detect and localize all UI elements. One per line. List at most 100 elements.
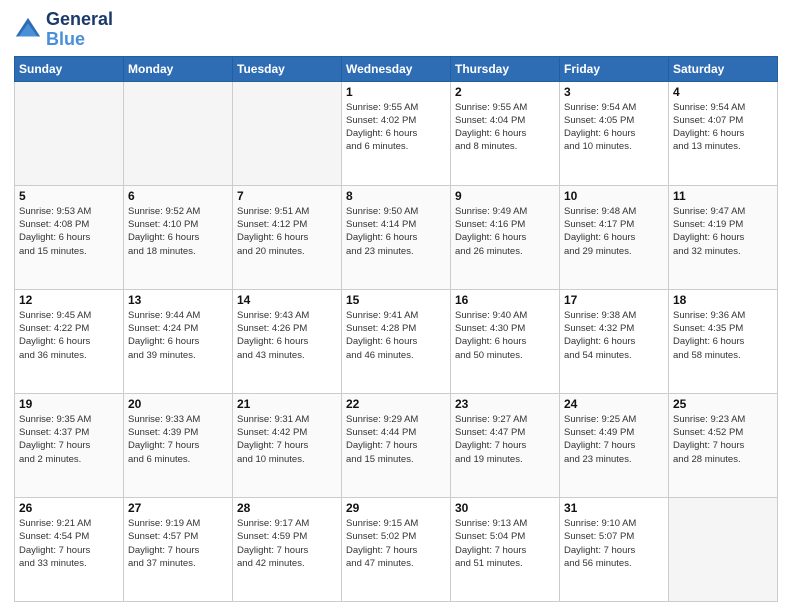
calendar-week-row: 5 Sunrise: 9:53 AM Sunset: 4:08 PM Daylig…	[15, 185, 778, 289]
day-info: Sunrise: 9:27 AM Sunset: 4:47 PM Dayligh…	[455, 413, 555, 466]
calendar-cell: 9 Sunrise: 9:49 AM Sunset: 4:16 PM Daylig…	[451, 185, 560, 289]
calendar-cell: 2 Sunrise: 9:55 AM Sunset: 4:04 PM Daylig…	[451, 81, 560, 185]
day-info: Sunrise: 9:31 AM Sunset: 4:42 PM Dayligh…	[237, 413, 337, 466]
calendar-cell: 4 Sunrise: 9:54 AM Sunset: 4:07 PM Daylig…	[669, 81, 778, 185]
day-info: Sunrise: 9:41 AM Sunset: 4:28 PM Dayligh…	[346, 309, 446, 362]
weekday-header: Sunday	[15, 56, 124, 81]
calendar-week-row: 12 Sunrise: 9:45 AM Sunset: 4:22 PM Dayli…	[15, 289, 778, 393]
calendar-cell: 7Sunrise: 9:51 AM Sunset: 4:12 PM Daylig…	[233, 185, 342, 289]
logo: General Blue	[14, 10, 113, 50]
day-info: Sunrise: 9:38 AM Sunset: 4:32 PM Dayligh…	[564, 309, 664, 362]
calendar-cell	[124, 81, 233, 185]
calendar-cell: 5 Sunrise: 9:53 AM Sunset: 4:08 PM Daylig…	[15, 185, 124, 289]
day-number: 14	[237, 293, 337, 307]
day-info: Sunrise: 9:21 AM Sunset: 4:54 PM Dayligh…	[19, 517, 119, 570]
day-number: 17	[564, 293, 664, 307]
calendar-cell: 15 Sunrise: 9:41 AM Sunset: 4:28 PM Dayli…	[342, 289, 451, 393]
day-info: Sunrise: 9:10 AM Sunset: 5:07 PM Dayligh…	[564, 517, 664, 570]
calendar-header-row: SundayMondayTuesdayWednesdayThursdayFrid…	[15, 56, 778, 81]
weekday-header: Tuesday	[233, 56, 342, 81]
day-number: 4	[673, 85, 773, 99]
calendar-cell: 16Sunrise: 9:40 AM Sunset: 4:30 PM Dayli…	[451, 289, 560, 393]
calendar-cell: 27 Sunrise: 9:19 AM Sunset: 4:57 PM Dayli…	[124, 497, 233, 601]
day-info: Sunrise: 9:55 AM Sunset: 4:02 PM Dayligh…	[346, 101, 446, 154]
day-number: 9	[455, 189, 555, 203]
day-number: 2	[455, 85, 555, 99]
weekday-header: Friday	[560, 56, 669, 81]
day-info: Sunrise: 9:13 AM Sunset: 5:04 PM Dayligh…	[455, 517, 555, 570]
day-info: Sunrise: 9:54 AM Sunset: 4:07 PM Dayligh…	[673, 101, 773, 154]
day-info: Sunrise: 9:35 AM Sunset: 4:37 PM Dayligh…	[19, 413, 119, 466]
weekday-header: Monday	[124, 56, 233, 81]
day-number: 25	[673, 397, 773, 411]
calendar-cell: 31 Sunrise: 9:10 AM Sunset: 5:07 PM Dayli…	[560, 497, 669, 601]
calendar-cell: 3Sunrise: 9:54 AM Sunset: 4:05 PM Daylig…	[560, 81, 669, 185]
calendar-cell: 12 Sunrise: 9:45 AM Sunset: 4:22 PM Dayli…	[15, 289, 124, 393]
calendar-cell	[669, 497, 778, 601]
day-number: 5	[19, 189, 119, 203]
calendar-cell	[233, 81, 342, 185]
calendar-cell: 1 Sunrise: 9:55 AM Sunset: 4:02 PM Daylig…	[342, 81, 451, 185]
day-info: Sunrise: 9:33 AM Sunset: 4:39 PM Dayligh…	[128, 413, 228, 466]
day-number: 31	[564, 501, 664, 515]
day-number: 16	[455, 293, 555, 307]
calendar-cell: 29Sunrise: 9:15 AM Sunset: 5:02 PM Dayli…	[342, 497, 451, 601]
calendar-cell: 22Sunrise: 9:29 AM Sunset: 4:44 PM Dayli…	[342, 393, 451, 497]
day-info: Sunrise: 9:36 AM Sunset: 4:35 PM Dayligh…	[673, 309, 773, 362]
day-number: 1	[346, 85, 446, 99]
day-info: Sunrise: 9:52 AM Sunset: 4:10 PM Dayligh…	[128, 205, 228, 258]
day-number: 21	[237, 397, 337, 411]
day-number: 3	[564, 85, 664, 99]
calendar-cell: 20Sunrise: 9:33 AM Sunset: 4:39 PM Dayli…	[124, 393, 233, 497]
day-number: 15	[346, 293, 446, 307]
calendar-cell: 24 Sunrise: 9:25 AM Sunset: 4:49 PM Dayli…	[560, 393, 669, 497]
day-number: 22	[346, 397, 446, 411]
day-info: Sunrise: 9:43 AM Sunset: 4:26 PM Dayligh…	[237, 309, 337, 362]
day-number: 24	[564, 397, 664, 411]
day-number: 29	[346, 501, 446, 515]
day-info: Sunrise: 9:48 AM Sunset: 4:17 PM Dayligh…	[564, 205, 664, 258]
day-info: Sunrise: 9:50 AM Sunset: 4:14 PM Dayligh…	[346, 205, 446, 258]
page-header: General Blue	[14, 10, 778, 50]
day-info: Sunrise: 9:23 AM Sunset: 4:52 PM Dayligh…	[673, 413, 773, 466]
day-number: 18	[673, 293, 773, 307]
day-number: 10	[564, 189, 664, 203]
calendar-cell: 6 Sunrise: 9:52 AM Sunset: 4:10 PM Daylig…	[124, 185, 233, 289]
day-info: Sunrise: 9:44 AM Sunset: 4:24 PM Dayligh…	[128, 309, 228, 362]
day-number: 28	[237, 501, 337, 515]
day-number: 6	[128, 189, 228, 203]
day-number: 8	[346, 189, 446, 203]
day-number: 12	[19, 293, 119, 307]
calendar-week-row: 19Sunrise: 9:35 AM Sunset: 4:37 PM Dayli…	[15, 393, 778, 497]
day-number: 26	[19, 501, 119, 515]
day-info: Sunrise: 9:53 AM Sunset: 4:08 PM Dayligh…	[19, 205, 119, 258]
day-number: 23	[455, 397, 555, 411]
calendar-cell: 18 Sunrise: 9:36 AM Sunset: 4:35 PM Dayli…	[669, 289, 778, 393]
calendar-cell: 8 Sunrise: 9:50 AM Sunset: 4:14 PM Daylig…	[342, 185, 451, 289]
day-info: Sunrise: 9:19 AM Sunset: 4:57 PM Dayligh…	[128, 517, 228, 570]
day-number: 13	[128, 293, 228, 307]
logo-text: General Blue	[46, 10, 113, 50]
logo-icon	[14, 16, 42, 44]
day-info: Sunrise: 9:55 AM Sunset: 4:04 PM Dayligh…	[455, 101, 555, 154]
calendar-cell: 14 Sunrise: 9:43 AM Sunset: 4:26 PM Dayli…	[233, 289, 342, 393]
calendar-cell: 23 Sunrise: 9:27 AM Sunset: 4:47 PM Dayli…	[451, 393, 560, 497]
day-number: 7	[237, 189, 337, 203]
day-info: Sunrise: 9:25 AM Sunset: 4:49 PM Dayligh…	[564, 413, 664, 466]
calendar-table: SundayMondayTuesdayWednesdayThursdayFrid…	[14, 56, 778, 602]
day-info: Sunrise: 9:45 AM Sunset: 4:22 PM Dayligh…	[19, 309, 119, 362]
day-number: 11	[673, 189, 773, 203]
calendar-cell: 21 Sunrise: 9:31 AM Sunset: 4:42 PM Dayli…	[233, 393, 342, 497]
day-info: Sunrise: 9:47 AM Sunset: 4:19 PM Dayligh…	[673, 205, 773, 258]
calendar-cell: 28Sunrise: 9:17 AM Sunset: 4:59 PM Dayli…	[233, 497, 342, 601]
calendar-cell: 13 Sunrise: 9:44 AM Sunset: 4:24 PM Dayli…	[124, 289, 233, 393]
calendar-week-row: 1 Sunrise: 9:55 AM Sunset: 4:02 PM Daylig…	[15, 81, 778, 185]
weekday-header: Saturday	[669, 56, 778, 81]
day-number: 27	[128, 501, 228, 515]
calendar-cell: 17 Sunrise: 9:38 AM Sunset: 4:32 PM Dayli…	[560, 289, 669, 393]
day-info: Sunrise: 9:49 AM Sunset: 4:16 PM Dayligh…	[455, 205, 555, 258]
weekday-header: Wednesday	[342, 56, 451, 81]
calendar-cell: 11 Sunrise: 9:47 AM Sunset: 4:19 PM Dayli…	[669, 185, 778, 289]
calendar-week-row: 26 Sunrise: 9:21 AM Sunset: 4:54 PM Dayli…	[15, 497, 778, 601]
calendar-cell: 30Sunrise: 9:13 AM Sunset: 5:04 PM Dayli…	[451, 497, 560, 601]
